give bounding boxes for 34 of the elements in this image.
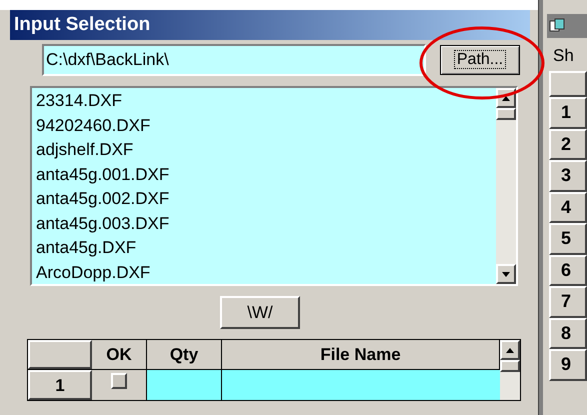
scroll-up-button[interactable] (500, 340, 520, 360)
down-arrow-icon (502, 272, 510, 276)
file-list-item[interactable]: ArcoDopp.DXF (36, 260, 150, 285)
file-list-item[interactable]: anta45g.002.DXF (36, 187, 170, 212)
scroll-down-button[interactable] (496, 264, 516, 284)
ok-checkbox[interactable] (111, 373, 127, 389)
panel-label: Sh (553, 45, 575, 67)
file-list-item[interactable]: anta45g.DXF (36, 236, 136, 260)
row-header[interactable]: 3 (549, 160, 587, 192)
row-header[interactable]: 2 (549, 128, 587, 160)
scroll-thumb[interactable] (500, 360, 520, 372)
row-header[interactable]: 8 (549, 318, 587, 349)
up-arrow-icon (502, 96, 510, 100)
file-list-item[interactable]: 94202460.DXF (36, 114, 150, 138)
file-list-item[interactable]: anta45g.003.DXF (36, 212, 170, 236)
path-button[interactable]: Path... (440, 45, 520, 75)
scrollbar[interactable] (500, 340, 520, 400)
row-header[interactable]: 5 (549, 223, 587, 254)
file-list-item[interactable]: anta45g.001.DXF (36, 162, 170, 187)
panel-splitter[interactable] (538, 0, 543, 415)
window-title: Input Selection (14, 12, 150, 37)
row-header[interactable]: 1 (28, 370, 92, 400)
row-header[interactable]: 1 (549, 97, 587, 128)
move-down-button[interactable]: \W/ (220, 296, 300, 329)
file-list-item[interactable]: adjshelf.DXF (36, 138, 134, 162)
scroll-thumb[interactable] (496, 108, 516, 120)
row-header[interactable]: 6 (549, 254, 587, 286)
row-header[interactable]: 7 (549, 286, 587, 318)
row-header[interactable]: 4 (549, 192, 587, 223)
app-icon (549, 18, 565, 34)
file-list-item[interactable]: 23314.DXF (36, 89, 122, 114)
up-arrow-icon (506, 348, 514, 352)
path-field[interactable]: C:\dxf\BackLink\ (42, 44, 426, 76)
row-header[interactable]: 9 (549, 349, 587, 380)
